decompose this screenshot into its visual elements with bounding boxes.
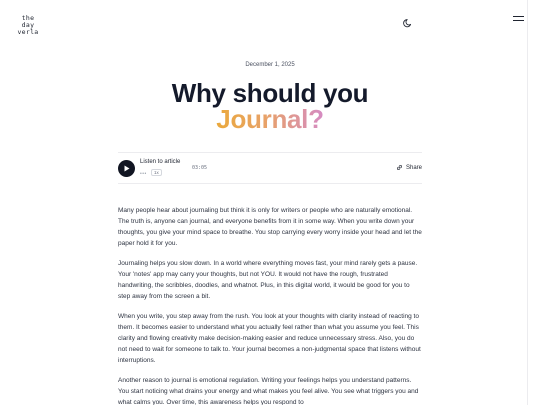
- audio-duration: 03:05: [192, 165, 208, 171]
- hamburger-menu-icon: [513, 20, 524, 21]
- play-icon: [124, 165, 130, 172]
- logo-line: verla: [17, 28, 39, 36]
- article-body: Many people hear about journaling but th…: [118, 205, 422, 405]
- share-button[interactable]: Share: [396, 164, 422, 171]
- article-paragraph: Many people hear about journaling but th…: [118, 207, 422, 247]
- playback-speed-select[interactable]: 1x: [151, 169, 162, 176]
- article-paragraph: When you write, you step away from the r…: [118, 313, 421, 364]
- more-options[interactable]: •••: [140, 171, 147, 177]
- moon-icon: [403, 19, 412, 28]
- article-date: December 1, 2025: [245, 62, 295, 68]
- listen-label: Listen to article: [140, 159, 181, 165]
- share-label: Share: [405, 165, 422, 172]
- article-title-highlight-text: Journal?: [216, 104, 324, 134]
- play-button[interactable]: [118, 160, 135, 177]
- page-divider: [527, 0, 528, 405]
- hamburger-menu-icon: [513, 16, 524, 17]
- theme-toggle-button[interactable]: [403, 15, 413, 28]
- menu-button[interactable]: [513, 16, 524, 24]
- site-logo[interactable]: the day verla: [16, 15, 40, 36]
- link-icon: [396, 165, 402, 170]
- article-paragraph: Another reason to journal is emotional r…: [118, 377, 419, 405]
- audio-player: Listen to article ••• 1x 03:05 Share: [118, 152, 422, 184]
- article-title-highlight: Journal?: [0, 104, 540, 135]
- site-header: the day verla: [0, 0, 540, 44]
- article-paragraph: Journaling helps you slow down. In a wor…: [118, 260, 418, 300]
